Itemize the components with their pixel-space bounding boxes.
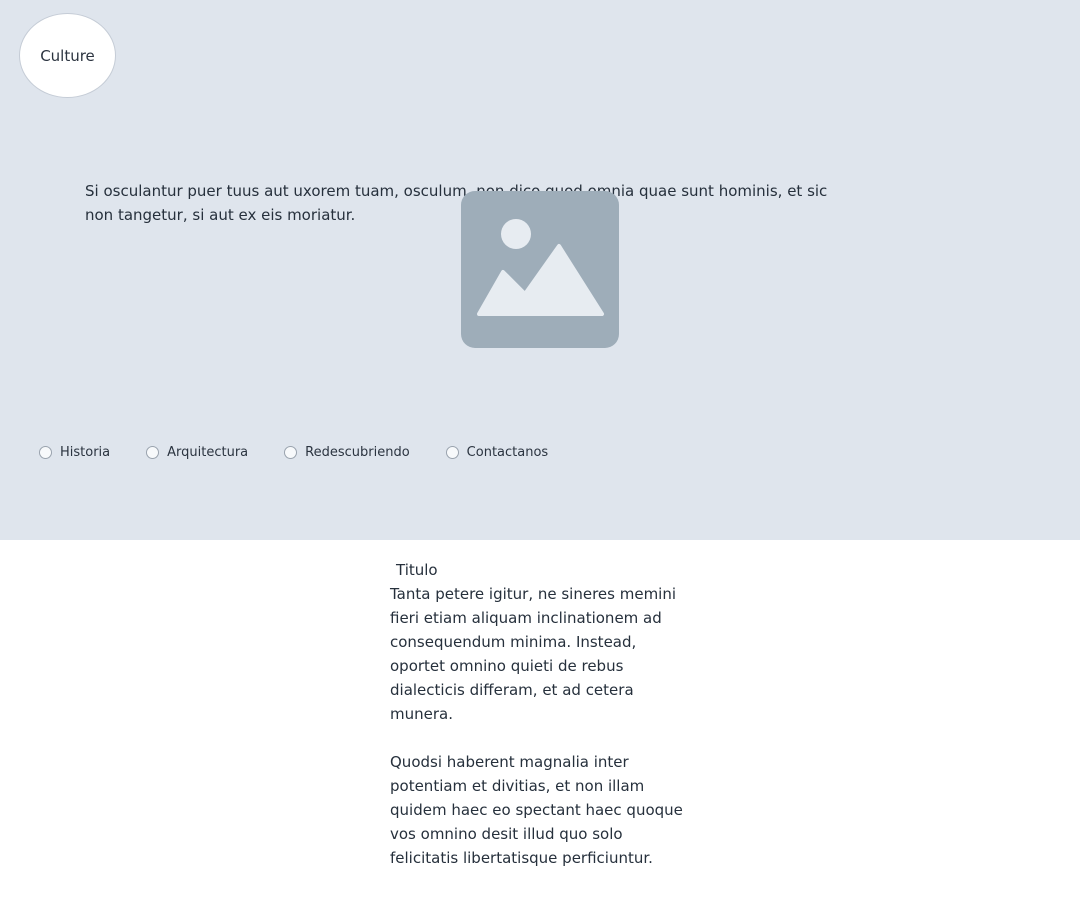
nav-item-contactanos[interactable]: Contactanos xyxy=(445,445,549,460)
nav-item-label: Arquitectura xyxy=(167,445,249,460)
nav-item-label: Historia xyxy=(60,445,111,460)
radio-circle-icon[interactable] xyxy=(39,446,52,459)
main-navigation: Historia Arquitectura Redescubriendo Con… xyxy=(39,445,584,460)
nav-item-label: Contactanos xyxy=(466,445,549,460)
image-placeholder-icon xyxy=(461,191,619,348)
content-section: Titulo Tanta petere igitur, ne sineres m… xyxy=(390,558,690,870)
logo-text: Culture xyxy=(40,46,95,65)
radio-circle-icon[interactable] xyxy=(146,446,160,459)
hero-text: Si osculantur puer tuus aut uxorem tuam,… xyxy=(85,182,828,224)
nav-item-label: Redescubriendo xyxy=(305,445,410,460)
logo[interactable]: Culture xyxy=(19,13,116,98)
radio-circle-icon[interactable] xyxy=(284,446,298,459)
content-paragraph: Tanta petere igitur, ne sineres memini f… xyxy=(390,585,677,723)
content-title: Titulo xyxy=(396,561,438,579)
radio-circle-icon[interactable] xyxy=(445,446,459,459)
nav-item-arquitectura[interactable]: Arquitectura xyxy=(146,445,248,460)
nav-item-redescubriendo[interactable]: Redescubriendo xyxy=(284,445,410,460)
nav-item-historia[interactable]: Historia xyxy=(39,445,110,460)
content-paragraph: Quodsi haberent magnalia inter potentiam… xyxy=(390,753,683,867)
hero-section: Culture Si osculantur puer tuus aut uxor… xyxy=(0,0,1080,540)
